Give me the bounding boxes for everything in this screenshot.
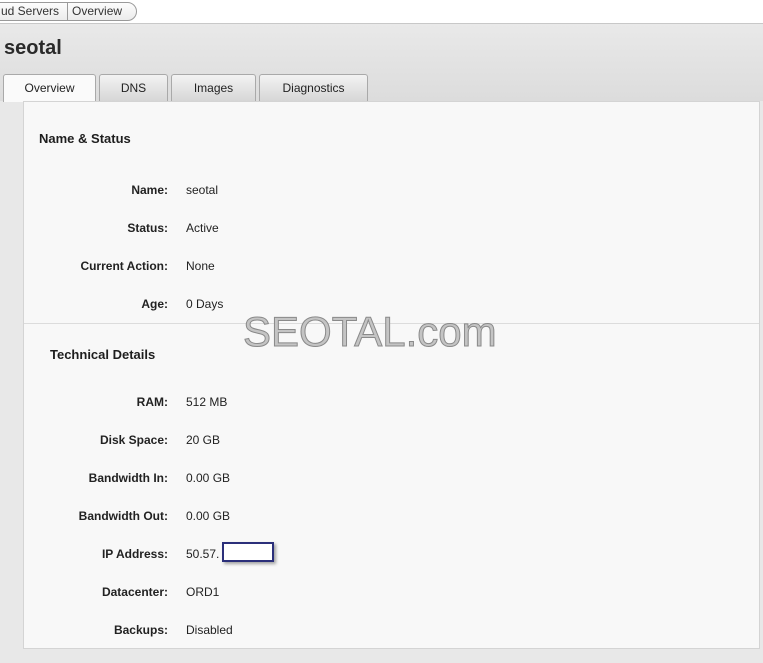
- ip-address-value: 50.57.: [186, 547, 220, 561]
- page-title: seotal: [4, 37, 62, 59]
- name-status-heading: Name & Status: [39, 131, 131, 146]
- tab-diagnostics[interactable]: Diagnostics: [259, 74, 368, 101]
- page-header: seotal Overview DNS Images Diagnostics: [0, 24, 763, 102]
- top-bar: ud Servers Overview: [0, 0, 763, 24]
- section-divider: [24, 323, 759, 324]
- backups-label: Backups:: [113, 623, 168, 637]
- datacenter-label: Datacenter:: [101, 585, 168, 599]
- age-label: Age:: [141, 297, 168, 311]
- current-action-label: Current Action:: [80, 259, 168, 273]
- datacenter-value: ORD1: [186, 585, 220, 599]
- tab-images[interactable]: Images: [171, 74, 256, 101]
- status-label: Status:: [127, 221, 168, 235]
- disk-space-label: Disk Space:: [99, 433, 168, 447]
- bandwidth-out-value: 0.00 GB: [186, 509, 231, 523]
- tab-overview[interactable]: Overview: [3, 74, 96, 102]
- name-value: seotal: [186, 183, 219, 197]
- technical-details-heading: Technical Details: [50, 347, 156, 362]
- ip-redaction-box: [222, 542, 274, 562]
- name-label: Name:: [131, 183, 168, 197]
- breadcrumb-overview[interactable]: Overview: [68, 3, 136, 20]
- ram-value: 512 MB: [186, 395, 228, 409]
- current-action-value: None: [186, 259, 215, 273]
- breadcrumb: ud Servers Overview: [0, 2, 138, 21]
- bandwidth-in-label: Bandwidth In:: [88, 471, 168, 485]
- breadcrumb-cloud-servers[interactable]: ud Servers: [0, 3, 69, 20]
- disk-space-value: 20 GB: [186, 433, 221, 447]
- overview-panel: Name & Status Name: seotal Status: Activ…: [23, 101, 760, 649]
- tab-bar: Overview DNS Images Diagnostics: [3, 74, 371, 102]
- bandwidth-in-value: 0.00 GB: [186, 471, 231, 485]
- age-value: 0 Days: [186, 297, 224, 311]
- status-value: Active: [186, 221, 219, 235]
- bandwidth-out-label: Bandwidth Out:: [78, 509, 168, 523]
- tab-dns[interactable]: DNS: [99, 74, 168, 101]
- ram-label: RAM:: [136, 395, 168, 409]
- backups-value: Disabled: [186, 623, 233, 637]
- ip-address-label: IP Address:: [101, 547, 168, 561]
